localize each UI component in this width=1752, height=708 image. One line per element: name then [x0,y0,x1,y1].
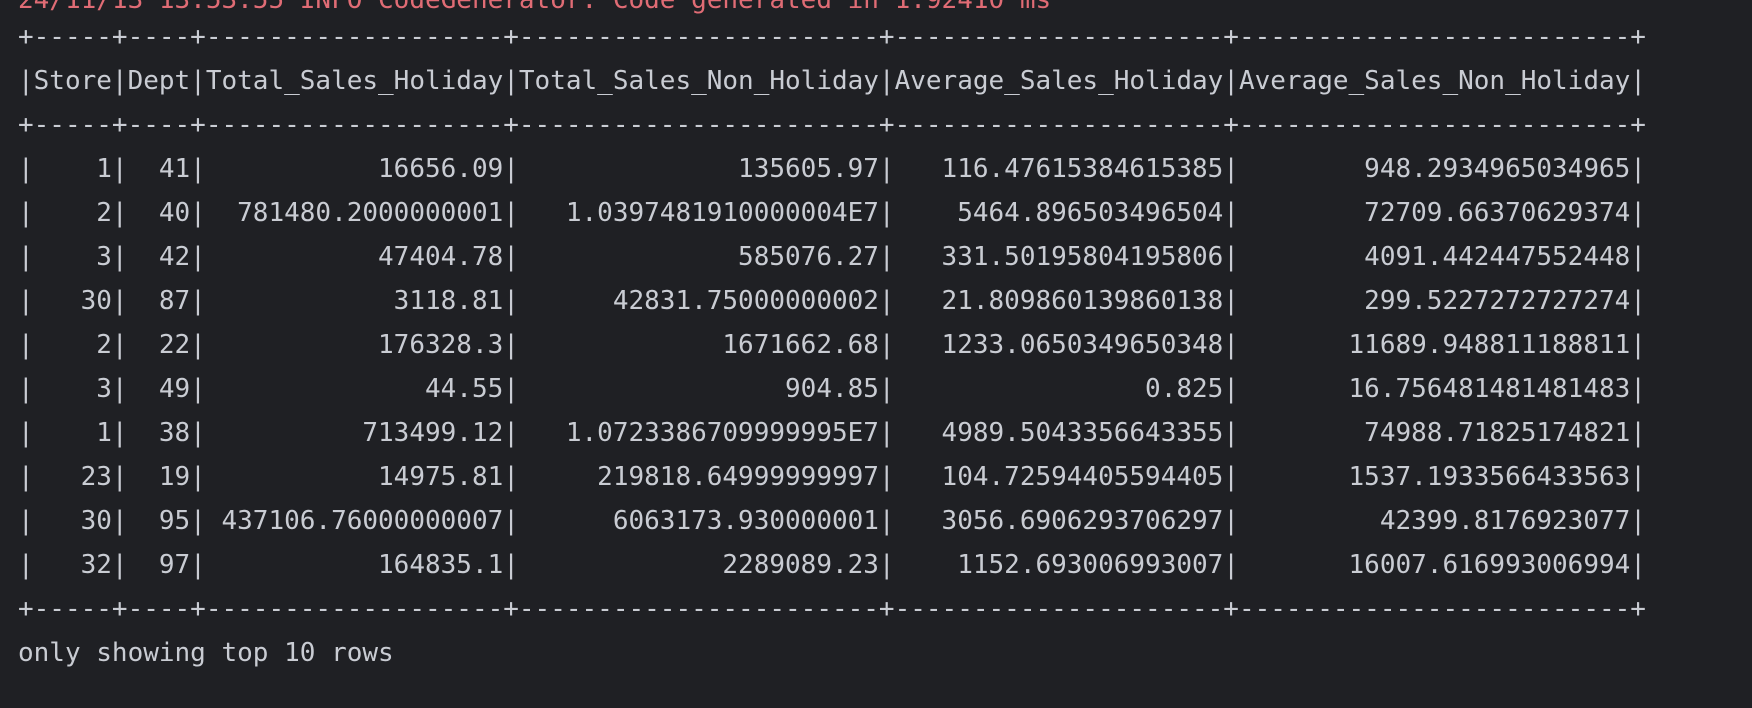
table-row: | 1| 38| 713499.12| 1.0723386709999995E7… [18,418,1646,448]
table-row: | 32| 97| 164835.1| 2289089.23| 1152.693… [18,550,1646,580]
table-border-top: +-----+----+-------------------+--------… [18,22,1646,52]
table-row: | 1| 41| 16656.09| 135605.97| 116.476153… [18,154,1646,184]
table-row: | 30| 95| 437106.76000000007| 6063173.93… [18,506,1646,536]
table-header: |Store|Dept|Total_Sales_Holiday|Total_Sa… [18,66,1646,96]
table-row: | 30| 87| 3118.81| 42831.75000000002| 21… [18,286,1646,316]
table-row: | 3| 42| 47404.78| 585076.27| 331.501958… [18,242,1646,272]
table-border-bottom: +-----+----+-------------------+--------… [18,594,1646,624]
table-border-mid: +-----+----+-------------------+--------… [18,110,1646,140]
table-body: | 1| 41| 16656.09| 135605.97| 116.476153… [18,147,1646,587]
table-row: | 3| 49| 44.55| 904.85| 0.825| 16.756481… [18,374,1646,404]
table-row: | 2| 40| 781480.2000000001| 1.0397481910… [18,198,1646,228]
table-row: | 23| 19| 14975.81| 219818.64999999997| … [18,462,1646,492]
row-limit-note: only showing top 10 rows [18,638,394,668]
table-row: | 2| 22| 176328.3| 1671662.68| 1233.0650… [18,330,1646,360]
table-output: +-----+----+-------------------+--------… [18,15,1646,675]
console-output: 24/11/13 13:53:55 INFO CodeGenerator: Co… [0,0,1752,708]
